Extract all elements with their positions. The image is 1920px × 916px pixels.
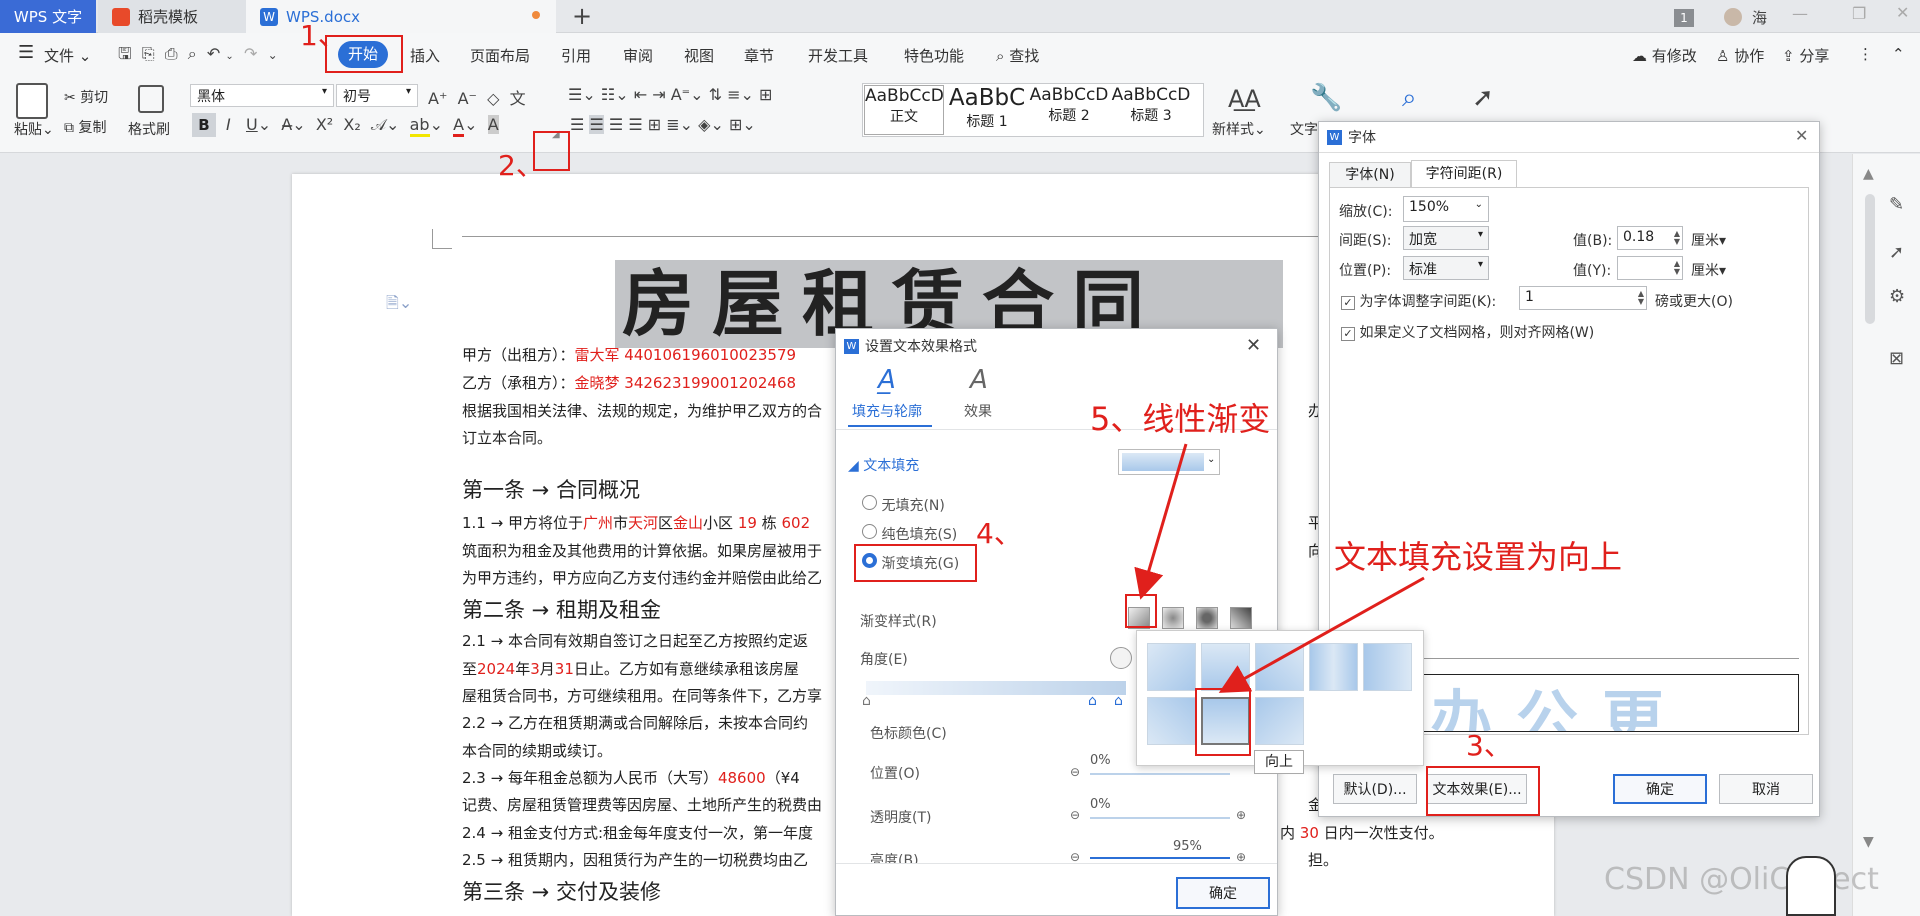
- mascot-image: [1786, 856, 1836, 916]
- arrow-to-up: [1218, 576, 1425, 693]
- annotation-arrows: [1134, 443, 1425, 693]
- arrow-to-linear: [1134, 443, 1188, 600]
- watermark: CSDN @OliCorrect: [1604, 862, 1879, 897]
